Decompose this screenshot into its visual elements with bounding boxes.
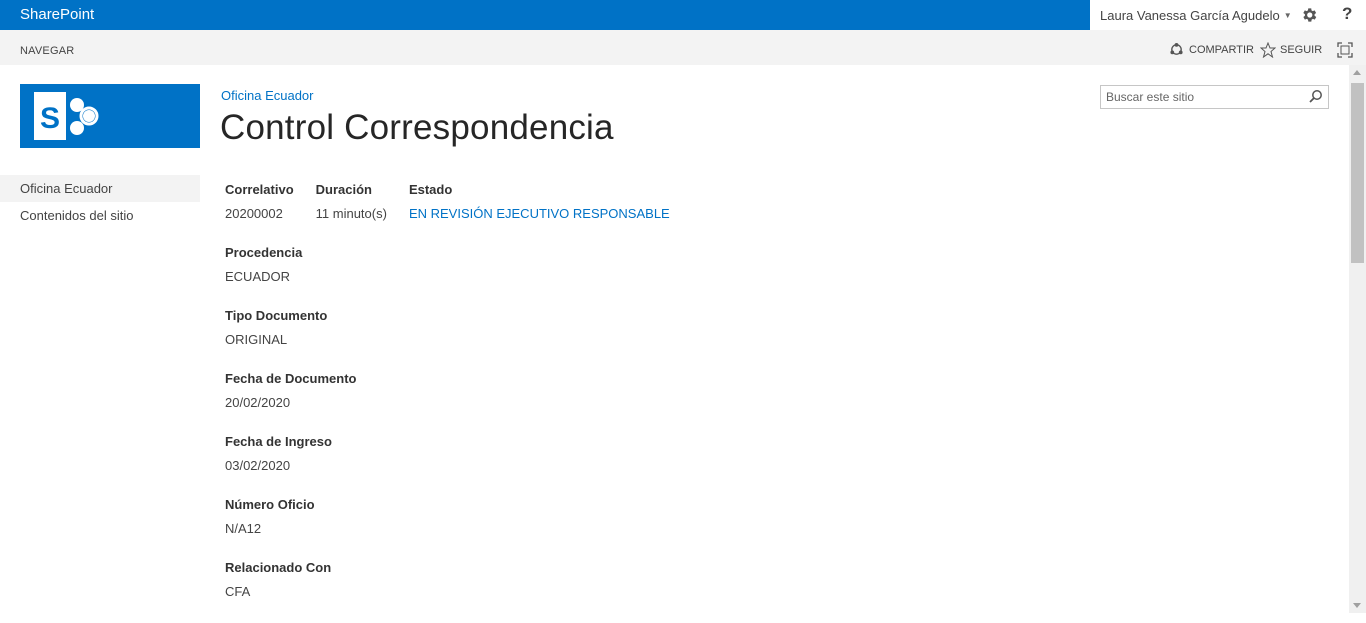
star-icon [1260, 42, 1276, 58]
field-value: 20/02/2020 [225, 395, 291, 410]
sharepoint-logo-icon: S [34, 92, 99, 140]
field-value: ORIGINAL [225, 332, 288, 347]
field-value: 03/02/2020 [225, 458, 291, 473]
field-duracion: Duración 11 minuto(s) [316, 182, 387, 222]
status-link[interactable]: EN REVISIÓN EJECUTIVO RESPONSABLE [409, 206, 670, 222]
field-numero-oficio: Número Oficio N/A12 [225, 497, 692, 537]
quicklaunch-item-oficina-ecuador[interactable]: Oficina Ecuador [0, 175, 200, 202]
page-title: Control Correspondencia [220, 108, 614, 147]
search-box [1100, 85, 1329, 109]
field-tipo-documento: Tipo Documento ORIGINAL [225, 308, 692, 348]
field-label: Relacionado Con [225, 560, 332, 575]
user-menu[interactable]: Laura Vanessa García Agudelo ▼ [1100, 8, 1292, 23]
site-logo[interactable]: S [20, 84, 200, 148]
field-label: Correlativo [225, 182, 294, 197]
suite-bar-user-area: Laura Vanessa García Agudelo ▼ ? [1090, 0, 1366, 30]
follow-button[interactable]: SEGUIR [1260, 42, 1322, 58]
quick-launch: Oficina Ecuador Contenidos del sitio [0, 175, 200, 229]
focus-on-content-icon[interactable] [1337, 42, 1353, 58]
share-icon [1170, 42, 1183, 55]
scroll-down-arrow-icon[interactable] [1353, 603, 1361, 608]
help-icon[interactable]: ? [1342, 4, 1352, 24]
breadcrumb[interactable]: Oficina Ecuador [221, 88, 314, 103]
scroll-up-arrow-icon[interactable] [1353, 70, 1361, 75]
field-fecha-documento: Fecha de Documento 20/02/2020 [225, 371, 692, 411]
field-label: Procedencia [225, 245, 303, 260]
ribbon: NAVEGAR COMPARTIR SEGUIR [0, 30, 1366, 65]
field-relacionado-con: Relacionado Con CFA [225, 560, 692, 600]
search-input[interactable] [1101, 86, 1306, 108]
svg-text:S: S [40, 102, 60, 135]
chevron-down-icon: ▼ [1283, 11, 1292, 20]
field-correlativo: Correlativo 20200002 [225, 182, 294, 222]
field-label: Fecha de Ingreso [225, 434, 332, 449]
share-button[interactable]: COMPARTIR [1169, 42, 1254, 57]
field-value: 11 minuto(s) [315, 206, 387, 221]
suite-bar-brand-area: SharePoint [0, 0, 1090, 30]
suite-bar: SharePoint Laura Vanessa García Agudelo ▼… [0, 0, 1366, 30]
follow-label: SEGUIR [1280, 44, 1323, 56]
tab-navigate[interactable]: NAVEGAR [20, 45, 74, 57]
field-value: ECUADOR [225, 269, 291, 284]
field-value: N/A12 [225, 521, 262, 536]
field-procedencia: Procedencia ECUADOR [225, 245, 692, 285]
field-value: CFA [225, 584, 251, 599]
search-icon[interactable] [1309, 89, 1323, 103]
field-label: Tipo Documento [225, 308, 328, 323]
field-estado: Estado EN REVISIÓN EJECUTIVO RESPONSABLE [409, 182, 670, 222]
item-details: Correlativo 20200002 Duración 11 minuto(… [225, 182, 692, 623]
vertical-scrollbar[interactable] [1349, 65, 1366, 613]
sharepoint-brand-link[interactable]: SharePoint [20, 6, 94, 23]
summary-row: Correlativo 20200002 Duración 11 minuto(… [225, 182, 692, 222]
field-label: Estado [408, 182, 453, 197]
field-fecha-ingreso: Fecha de Ingreso 03/02/2020 [225, 434, 692, 474]
quicklaunch-item-site-contents[interactable]: Contenidos del sitio [0, 202, 200, 229]
share-label: COMPARTIR [1189, 43, 1254, 56]
field-value: 20200002 [225, 206, 283, 221]
gear-icon[interactable] [1300, 6, 1318, 24]
user-name: Laura Vanessa García Agudelo [1100, 8, 1280, 23]
field-label: Fecha de Documento [225, 371, 357, 386]
field-label: Número Oficio [225, 497, 315, 512]
scrollbar-thumb[interactable] [1351, 83, 1364, 263]
field-label: Duración [315, 182, 372, 197]
